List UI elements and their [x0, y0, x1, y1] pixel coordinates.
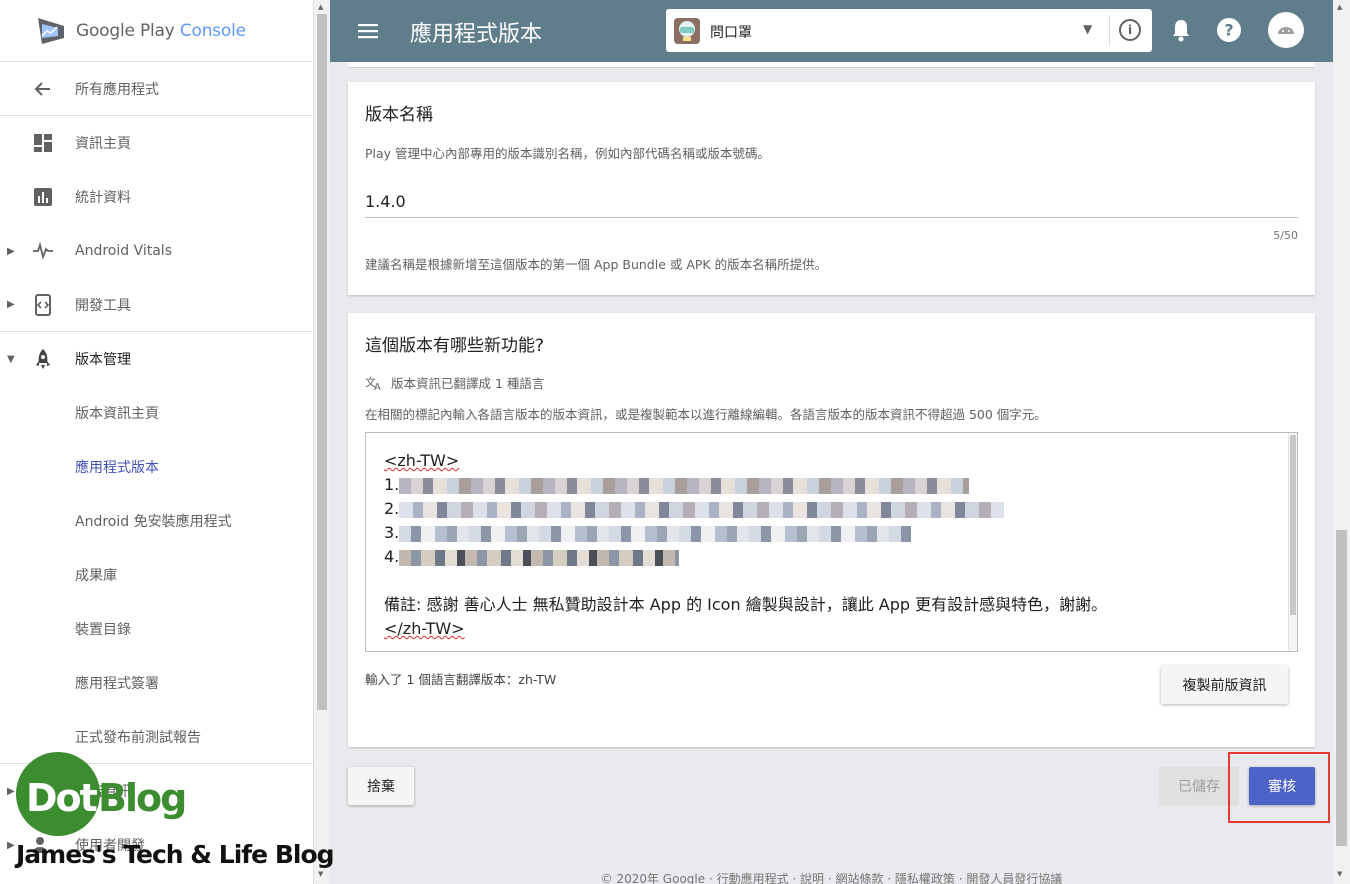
info-icon[interactable]: i — [1119, 19, 1141, 41]
translation-status: 文A 版本資訊已翻譯成 1 種語言 — [365, 373, 544, 392]
logo-text-google-play: Google Play — [76, 20, 175, 41]
sidebar-item-dev-tools[interactable]: ▶ 開發工具 — [0, 278, 313, 332]
svg-text:A: A — [374, 382, 381, 391]
sidebar-item-label: 應用程式版本 — [75, 460, 159, 476]
dotblog-logo-dot: Dot — [26, 776, 98, 820]
sidebar-item-all-apps[interactable]: 所有應用程式 — [0, 62, 313, 116]
textarea-scrollbar-thumb[interactable] — [1290, 435, 1296, 615]
pixelated-text — [399, 525, 912, 542]
hamburger-menu-icon[interactable] — [357, 20, 379, 42]
sidebar-item-label: 開發工具 — [75, 297, 131, 314]
sidebar-item-label: 版本管理 — [75, 352, 131, 368]
release-notes-hint: 在相關的標記內輸入各語言版本的版本資訊，或是複製範本以進行離線編輯。各語言版本的… — [365, 407, 1047, 422]
copy-previous-notes-button[interactable]: 複製前版資訊 — [1161, 666, 1288, 704]
sidebar-subitem-release-dashboard[interactable]: 版本資訊主頁 — [0, 386, 313, 440]
account-avatar[interactable] — [1268, 12, 1304, 48]
sidebar-item-statistics[interactable]: 統計資料 — [0, 170, 313, 224]
release-notes-heading: 這個版本有哪些新功能? — [365, 336, 545, 356]
sidebar-item-label: 正式發布前測試報告 — [75, 729, 201, 746]
review-button-highlight — [1228, 752, 1330, 823]
page-footer: © 2020年 Google · 行動應用程式 · 說明 · 網站條款 · 隱私… — [600, 872, 1063, 884]
logo-text-console: Console — [179, 20, 246, 41]
version-name-suggestion-note: 建議名稱是根據新增至這個版本的第一個 App Bundle 或 APK 的版本名… — [365, 257, 828, 272]
caret-right-icon[interactable]: ▶ — [7, 299, 15, 310]
caret-right-icon[interactable]: ▶ — [7, 246, 15, 257]
sidebar-item-label: Android Vitals — [75, 243, 172, 259]
note-line-number: 4. — [384, 547, 400, 566]
dotblog-watermark: Dot Blog James's Tech & Life Blog — [14, 752, 335, 882]
note-line-number: 2. — [384, 499, 400, 518]
sidebar-item-label: 資訊主頁 — [75, 136, 131, 152]
divider — [1109, 15, 1110, 46]
remark-line: 備註: 感謝 善心人士 無私贊助設計本 App 的 Icon 繪製與設計，讓此 … — [384, 595, 1108, 614]
textarea-scrollbar[interactable] — [1288, 433, 1297, 651]
help-icon[interactable]: ? — [1216, 17, 1242, 43]
caret-down-icon[interactable]: ▼ — [7, 354, 15, 365]
pixelated-text — [399, 501, 1005, 518]
app-selector[interactable]: 問口罩 ▼ i — [666, 9, 1152, 52]
sidebar-scrollbar-thumb[interactable] — [317, 14, 327, 710]
release-notes-textarea[interactable]: <zh-TW> 1. 2. 3. 4. 備註: 感謝 善心人士 無私贊助設計本 … — [365, 432, 1298, 652]
pixelated-text — [399, 549, 680, 566]
sidebar-subitem-instant-apps[interactable]: Android 免安裝應用程式 — [0, 494, 313, 548]
arrow-back-icon — [32, 78, 54, 100]
svg-text:?: ? — [1224, 21, 1233, 40]
sidebar-item-label: 應用程式簽署 — [75, 676, 159, 692]
sidebar-item-android-vitals[interactable]: ▶ Android Vitals — [0, 224, 313, 278]
app-name: 問口罩 — [710, 25, 752, 41]
sidebar-item-label: 版本資訊主頁 — [75, 406, 159, 422]
previous-card-edge — [348, 62, 1315, 68]
sidebar-subitem-artifact-library[interactable]: 成果庫 — [0, 548, 313, 602]
vitals-pulse-icon — [32, 240, 54, 262]
top-app-bar: 應用程式版本 問口罩 ▼ i ? — [330, 0, 1333, 62]
sidebar-subitem-app-signing[interactable]: 應用程式簽署 — [0, 656, 313, 710]
languages-entered-text: 輸入了 1 個語言翻譯版本：zh-TW — [365, 672, 557, 687]
dashboard-icon — [32, 132, 54, 154]
sidebar-item-label: 裝置目錄 — [75, 622, 131, 638]
bar-chart-icon — [32, 186, 54, 208]
version-name-input[interactable] — [365, 186, 1298, 218]
sidebar-item-label: 統計資料 — [75, 190, 131, 206]
discard-button[interactable]: 捨棄 — [348, 767, 414, 805]
translated-languages-text: 版本資訊已翻譯成 1 種語言 — [391, 376, 545, 391]
sidebar-subitem-device-catalog[interactable]: 裝置目錄 — [0, 602, 313, 656]
android-robot-icon — [1278, 27, 1294, 34]
dropdown-arrow-icon[interactable]: ▼ — [1083, 22, 1092, 36]
character-counter: 5/50 — [1273, 229, 1298, 242]
pixelated-text — [399, 477, 970, 494]
main-scrollbar[interactable]: ▲ ▼ — [1333, 0, 1350, 884]
sidebar-subitem-app-releases[interactable]: 應用程式版本 — [0, 440, 313, 494]
dev-tools-icon — [32, 293, 54, 316]
rocket-icon — [32, 348, 54, 370]
note-line-number: 3. — [384, 523, 400, 542]
sidebar-item-release-management[interactable]: ▼ 版本管理 — [0, 332, 313, 386]
version-name-heading: 版本名稱 — [365, 105, 433, 125]
release-notes-card: 這個版本有哪些新功能? 文A 版本資訊已翻譯成 1 種語言 在相關的標記內輸入各… — [348, 313, 1315, 747]
scroll-down-icon[interactable]: ▼ — [1337, 870, 1342, 878]
close-language-tag: </zh-TW> — [384, 619, 465, 638]
version-name-card: 版本名稱 Play 管理中心內部專用的版本識別名稱，例如內部代碼名稱或版本號碼。… — [348, 82, 1315, 295]
scroll-up-icon[interactable]: ▲ — [1337, 3, 1342, 11]
translate-icon: 文A — [365, 375, 381, 391]
scroll-up-icon[interactable]: ▲ — [318, 3, 323, 11]
dotblog-tagline: James's Tech & Life Blog — [16, 840, 335, 869]
sidebar-item-label: Android 免安裝應用程式 — [75, 514, 232, 530]
dotblog-logo-blog: Blog — [98, 776, 187, 820]
play-console-logo-icon — [38, 17, 64, 44]
note-line-number: 1. — [384, 475, 400, 494]
sidebar-item-label: 所有應用程式 — [75, 81, 159, 98]
saved-button: 已儲存 — [1159, 767, 1239, 805]
play-console-logo[interactable]: Google Play Console — [0, 0, 313, 62]
main-scrollbar-thumb[interactable] — [1336, 530, 1347, 846]
app-icon — [674, 18, 700, 44]
page-title: 應用程式版本 — [410, 22, 543, 47]
notifications-bell-icon[interactable] — [1168, 17, 1194, 43]
version-name-hint: Play 管理中心內部專用的版本識別名稱，例如內部代碼名稱或版本號碼。 — [365, 146, 771, 161]
sidebar-item-dashboard[interactable]: 資訊主頁 — [0, 116, 313, 170]
open-language-tag: <zh-TW> — [384, 451, 460, 470]
sidebar-item-label: 成果庫 — [75, 568, 117, 584]
